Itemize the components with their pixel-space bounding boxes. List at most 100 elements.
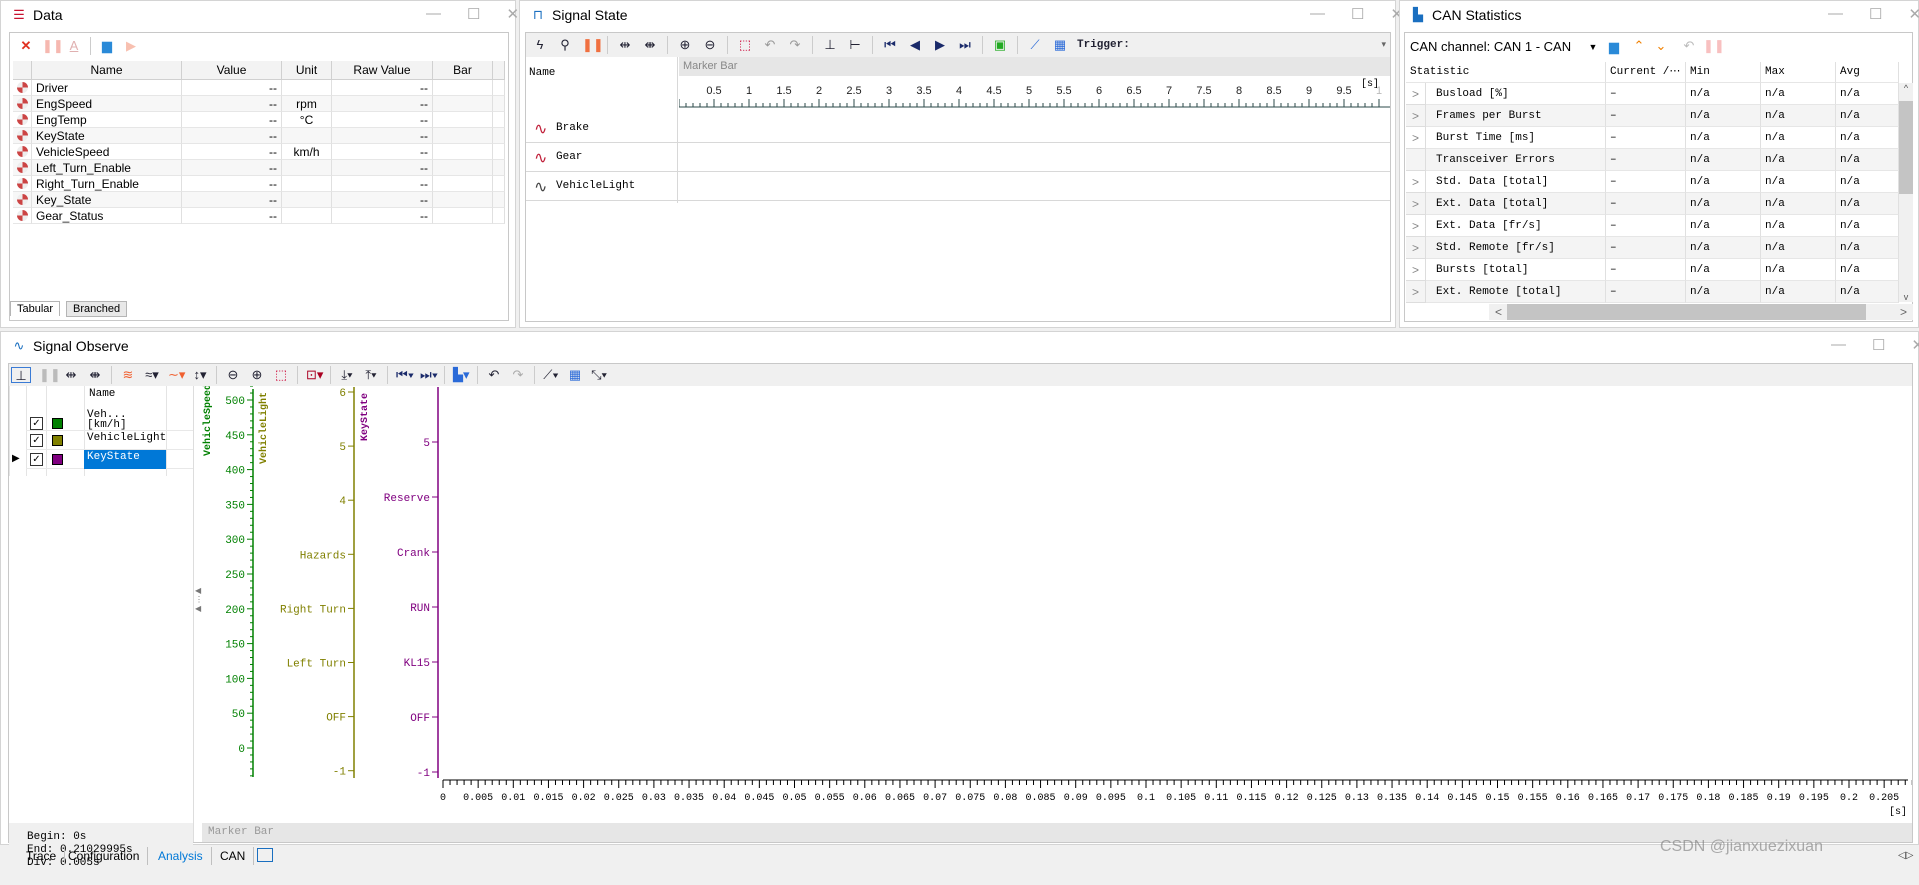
splitter-handle[interactable]: ◀ ⋮ ◀ (195, 386, 203, 842)
tab-configuration[interactable]: Configuration (60, 847, 149, 865)
signal-layout-icon[interactable]: ▦ (567, 367, 583, 383)
column-header[interactable]: Bar (433, 61, 493, 80)
chart-settings-icon[interactable]: ⟋▾ (543, 367, 559, 383)
delete-icon[interactable]: ✕ (18, 38, 34, 54)
statistic-row[interactable]: Transceiver Errors – n/a n/a n/a (1406, 149, 1899, 171)
play-icon[interactable]: ▶ (123, 38, 139, 54)
fit-horizontal-icon[interactable]: ⇹ (63, 367, 79, 383)
zoom-out-icon[interactable]: ⊖ (225, 367, 241, 383)
signal-chart[interactable]: 050100150200250300350400450500VehicleSpe… (202, 386, 1912, 822)
collapse-all-icon[interactable]: ⌃ (1631, 38, 1647, 54)
folder-icon[interactable]: ▆ (99, 38, 115, 54)
cursor-icon[interactable]: ⤡▾ (591, 367, 607, 383)
cell-name[interactable]: Right_Turn_Enable (32, 176, 182, 192)
fit-range-icon[interactable]: ⇼ (642, 37, 658, 53)
dropdown-arrow-icon[interactable]: ▼ (1585, 39, 1601, 55)
scroll-thumb[interactable] (1899, 101, 1913, 194)
first-icon[interactable]: ⏮ (882, 37, 898, 53)
expand-icon[interactable]: > (1406, 83, 1426, 105)
marker-up-icon[interactable]: ⤒▾ (363, 367, 379, 383)
zoom-in-icon[interactable]: ⊕ (249, 367, 265, 383)
scroll-left-icon[interactable]: < (1495, 305, 1502, 319)
maximize-icon[interactable]: ☐ (1351, 5, 1364, 23)
statistic-row[interactable]: > Bursts [total] – n/a n/a n/a (1406, 259, 1899, 281)
expand-icon[interactable]: > (1406, 105, 1426, 127)
signal-color-swatch[interactable] (52, 454, 63, 465)
tab-tabular[interactable]: Tabular (10, 301, 61, 316)
fit-signal-icon[interactable]: ⊡▾ (306, 367, 323, 383)
marker-down-icon[interactable]: ⤓▾ (339, 367, 355, 383)
last-icon[interactable]: ⏭▾ (420, 367, 438, 383)
pause-icon[interactable]: ❚❚ (1703, 38, 1725, 54)
tab-analysis[interactable]: Analysis (150, 847, 212, 865)
column-header[interactable]: Value (182, 61, 282, 80)
marker-jump-icon[interactable]: ⊢ (847, 37, 863, 53)
scroll-right-icon[interactable]: > (1900, 305, 1907, 319)
tab-trace[interactable]: Trace (18, 847, 66, 865)
statistic-row[interactable]: > Std. Remote [fr/s] – n/a n/a n/a (1406, 237, 1899, 259)
pause-icon[interactable]: ❚❚ (582, 37, 604, 53)
cell-name[interactable]: Key_State (32, 192, 182, 208)
zoom-region-icon[interactable]: ⬚ (273, 367, 289, 383)
zoom-region-icon[interactable]: ⬚ (737, 37, 753, 53)
signal-row[interactable]: ∿ VehicleLight (526, 172, 1390, 201)
minimize-icon[interactable]: — (426, 5, 441, 23)
fit-horizontal-icon[interactable]: ⇹ (617, 37, 633, 53)
visibility-checkbox[interactable]: ✓ (30, 434, 43, 447)
zoom-out-icon[interactable]: ⊖ (702, 37, 718, 53)
statistic-row[interactable]: > Frames per Burst – n/a n/a n/a (1406, 105, 1899, 127)
minimize-icon[interactable]: — (1828, 5, 1843, 23)
overflow-icon[interactable]: ▾ (1381, 39, 1386, 50)
statistic-row[interactable]: > Busload [%] – n/a n/a n/a (1406, 83, 1899, 105)
marker-x-icon[interactable]: ⊥ (822, 37, 838, 53)
folder-icon[interactable]: ▆ (1606, 39, 1622, 55)
column-header[interactable]: Max (1761, 62, 1836, 83)
can-channel-select[interactable]: CAN channel: CAN 1 - CAN (1407, 35, 1577, 59)
close-icon[interactable]: ✕ (1911, 336, 1919, 354)
expand-icon[interactable]: > (1406, 259, 1426, 281)
last-icon[interactable]: ⏭ (957, 37, 973, 53)
pause-icon[interactable]: ❚❚ (42, 38, 64, 54)
column-header[interactable]: Min (1686, 62, 1761, 83)
close-icon[interactable]: ✕ (1908, 5, 1919, 23)
tab-branched[interactable]: Branched (66, 301, 128, 317)
first-icon[interactable]: ⏮▾ (396, 367, 414, 383)
signal-color-swatch[interactable] (52, 418, 63, 429)
lightning-icon[interactable]: ϟ (532, 37, 548, 53)
redo-icon[interactable]: ↷ (787, 37, 803, 53)
add-signal-icon[interactable]: ▣ (992, 37, 1008, 53)
column-header[interactable]: Current /⋯ (1606, 62, 1686, 83)
cell-name[interactable]: VehicleSpeed (32, 144, 182, 160)
expand-icon[interactable]: > (1406, 215, 1426, 237)
scroll-up-icon[interactable]: ^ (1899, 83, 1913, 93)
zoom-in-icon[interactable]: ⊕ (677, 37, 693, 53)
column-header[interactable] (493, 61, 505, 80)
signal-color-icon[interactable]: ∼▾ (168, 367, 185, 383)
maximize-icon[interactable]: ☐ (467, 5, 480, 23)
fit-range-icon[interactable]: ⇼ (87, 367, 103, 383)
expand-icon[interactable]: > (1406, 127, 1426, 149)
new-tab-icon[interactable] (257, 848, 273, 862)
font-icon[interactable]: A (66, 38, 82, 54)
column-header[interactable]: Statistic (1406, 62, 1606, 83)
close-icon[interactable]: ✕ (506, 5, 519, 23)
signal-color-swatch[interactable] (52, 435, 63, 446)
search-icon[interactable]: ⚲ (557, 37, 573, 53)
cell-name[interactable]: EngSpeed (32, 96, 182, 112)
column-header[interactable]: Name (32, 61, 182, 80)
column-header[interactable]: Avg (1836, 62, 1899, 83)
pause-icon[interactable]: ❚❚ (39, 367, 61, 383)
next-icon[interactable]: ▶ (932, 37, 948, 53)
signal-list-item[interactable]: ✓ VehicleLight (26, 431, 193, 450)
statistic-row[interactable]: > Ext. Data [total] – n/a n/a n/a (1406, 193, 1899, 215)
undo-icon[interactable]: ↶ (486, 367, 502, 383)
cell-name[interactable]: Gear_Status (32, 208, 182, 224)
undo-icon[interactable]: ↶ (762, 37, 778, 53)
minimize-icon[interactable]: — (1831, 336, 1846, 354)
line-chart-icon[interactable]: ⟋ (1027, 37, 1043, 53)
cell-name[interactable]: Driver (32, 80, 182, 96)
signal-overlay-icon[interactable]: ≋ (120, 367, 136, 383)
xy-axis-icon[interactable]: ↕▾ (192, 367, 208, 383)
prev-icon[interactable]: ◀ (907, 37, 923, 53)
visibility-checkbox[interactable]: ✓ (30, 417, 43, 430)
